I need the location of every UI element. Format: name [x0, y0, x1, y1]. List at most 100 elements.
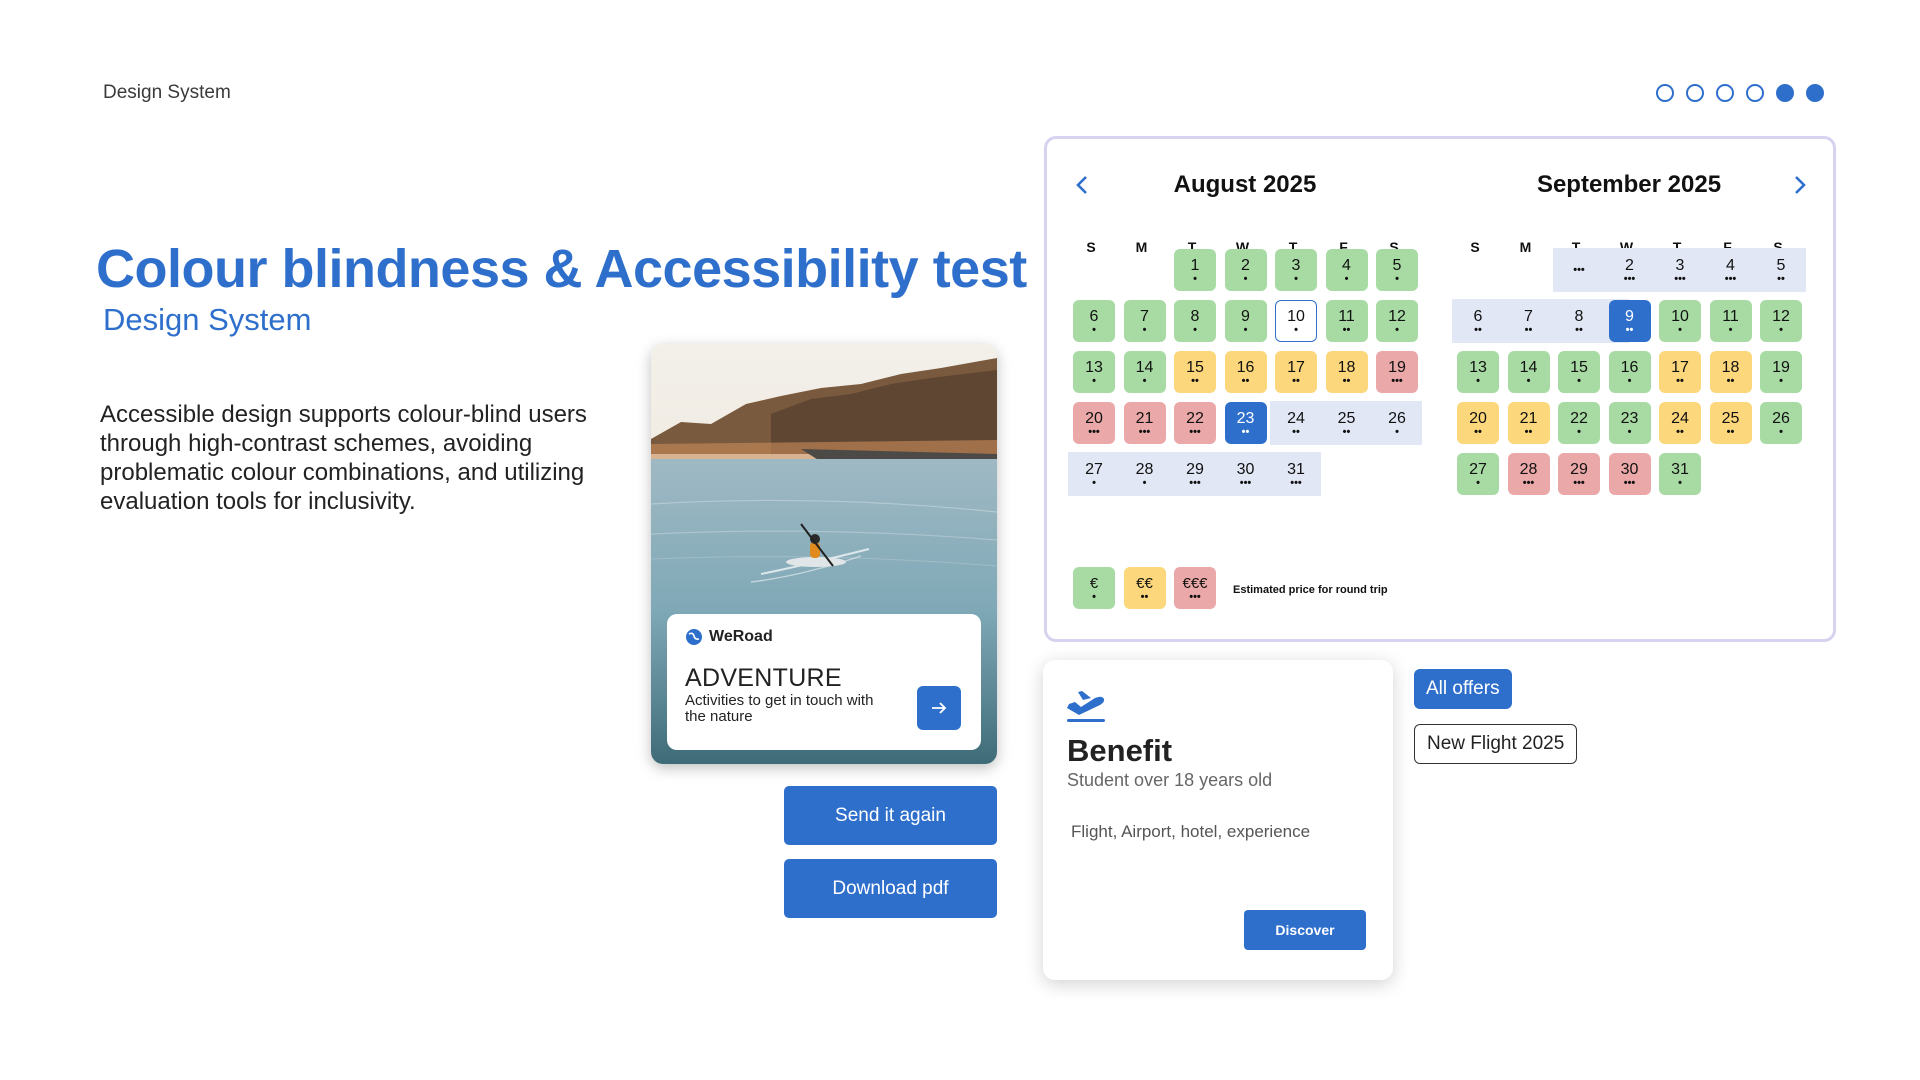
- pager-dot[interactable]: [1776, 84, 1794, 102]
- calendar-day[interactable]: 26 •: [1760, 402, 1802, 444]
- calendar-day[interactable]: 2 •••: [1609, 249, 1651, 291]
- calendar-day[interactable]: 25 ••: [1326, 402, 1368, 444]
- calendar-day[interactable]: 17 ••: [1275, 351, 1317, 393]
- calendar-day[interactable]: 24 ••: [1275, 402, 1317, 444]
- calendar-day[interactable]: 9 ••: [1608, 300, 1651, 342]
- arrow-right-icon: [932, 702, 947, 714]
- calendar-day[interactable]: 20 ••: [1457, 402, 1499, 444]
- benefit-subtitle: Student over 18 years old: [1067, 770, 1273, 790]
- airplane-takeoff-icon: [1067, 691, 1105, 722]
- calendar-day[interactable]: 4 •••: [1710, 249, 1752, 291]
- pager-dot[interactable]: [1716, 84, 1734, 102]
- pager-dot[interactable]: [1746, 84, 1764, 102]
- calendar-day[interactable]: 27 •: [1073, 453, 1115, 495]
- legend-item: €€€ •••: [1174, 567, 1216, 609]
- benefit-features: Flight, Airport, hotel, experience: [1071, 822, 1311, 841]
- page-subtitle: Design System: [103, 302, 312, 337]
- calendar-day[interactable]: 23 ••: [1224, 402, 1267, 444]
- section-label: Design System: [103, 82, 231, 103]
- download-pdf-button[interactable]: Download pdf: [784, 859, 997, 918]
- calendar-day[interactable]: 5 •: [1376, 249, 1418, 291]
- all-offers-chip[interactable]: All offers: [1414, 669, 1512, 709]
- calendar-day[interactable]: 9 •: [1224, 300, 1267, 342]
- calendar-day[interactable]: 10 •: [1659, 300, 1701, 342]
- calendar-day[interactable]: 20 •••: [1073, 402, 1115, 444]
- month-title-september: September 2025: [1536, 171, 1722, 198]
- brand: WeRoad: [685, 628, 963, 646]
- calendar-day[interactable]: 28 •••: [1507, 453, 1550, 495]
- calendar-day[interactable]: 3 •••: [1659, 249, 1701, 291]
- calendar-day[interactable]: 19 •: [1760, 351, 1802, 393]
- calendar-day[interactable]: 5 ••: [1760, 249, 1802, 291]
- calendar-day[interactable]: 15 ••: [1174, 351, 1216, 393]
- adventure-description: Activities to get in touch with the natu…: [685, 692, 874, 725]
- calendar-day[interactable]: 23 •: [1608, 402, 1651, 444]
- calendar-day[interactable]: 22 •: [1558, 402, 1600, 444]
- calendar-day[interactable]: 21 •••: [1123, 402, 1166, 444]
- calendar-day[interactable]: 12 •: [1760, 300, 1802, 342]
- calendar-day[interactable]: 6 •: [1073, 300, 1115, 342]
- calendar-day[interactable]: 17 ••: [1659, 351, 1701, 393]
- calendar-day[interactable]: 16 ••: [1224, 351, 1267, 393]
- price-calendar: August 2025 September 2025 Estimated pri…: [1044, 136, 1836, 642]
- month-title-august: August 2025: [1173, 171, 1317, 198]
- calendar-day[interactable]: 25 ••: [1709, 402, 1752, 444]
- calendar-day[interactable]: •••: [1558, 249, 1600, 291]
- calendar-day[interactable]: 4 •: [1325, 249, 1368, 291]
- benefit-card: Benefit Student over 18 years old Flight…: [1043, 660, 1393, 980]
- calendar-day[interactable]: 6 ••: [1457, 300, 1499, 342]
- calendar-day[interactable]: 13 •: [1457, 351, 1499, 393]
- calendar-day[interactable]: 18 ••: [1709, 351, 1752, 393]
- pager-dot[interactable]: [1686, 84, 1704, 102]
- benefit-title: Benefit: [1067, 733, 1173, 768]
- calendar-day[interactable]: 18 ••: [1325, 351, 1368, 393]
- legend-item: € •: [1073, 567, 1115, 609]
- calendar-day[interactable]: 14 •: [1123, 351, 1166, 393]
- new-flight-chip[interactable]: New Flight 2025: [1414, 724, 1578, 764]
- calendar-day[interactable]: 29 •••: [1558, 453, 1600, 495]
- calendar-day[interactable]: 11 •: [1709, 300, 1752, 342]
- calendar-day[interactable]: 22 •••: [1174, 402, 1216, 444]
- calendar-day[interactable]: 19 •••: [1376, 351, 1418, 393]
- calendar-day[interactable]: 26 •: [1376, 402, 1418, 444]
- calendar-day[interactable]: 28 •: [1124, 453, 1166, 495]
- legend-item: €€ ••: [1123, 567, 1166, 609]
- calendar-day[interactable]: 13 •: [1073, 351, 1115, 393]
- calendar-day[interactable]: 24 ••: [1659, 402, 1701, 444]
- calendar-day[interactable]: 30 •••: [1225, 453, 1267, 495]
- calendar-day[interactable]: 12 •: [1376, 300, 1418, 342]
- weekday-header: M: [1135, 239, 1148, 255]
- calendar-day[interactable]: 16 •: [1608, 351, 1651, 393]
- legend-label: Estimated price for round trip: [1233, 584, 1388, 596]
- calendar-day[interactable]: 31 •••: [1275, 453, 1317, 495]
- pager-dot[interactable]: [1656, 84, 1674, 102]
- calendar-day[interactable]: 30 •••: [1608, 453, 1651, 495]
- adventure-arrow-button[interactable]: [917, 686, 961, 730]
- weekday-header: M: [1519, 239, 1532, 255]
- calendar-day[interactable]: 10 •: [1275, 300, 1317, 342]
- calendar-day[interactable]: 31 •: [1659, 453, 1701, 495]
- pager-dot[interactable]: [1806, 84, 1824, 102]
- calendar-day[interactable]: 21 ••: [1507, 402, 1550, 444]
- calendar-day[interactable]: 14 •: [1507, 351, 1550, 393]
- calendar-day[interactable]: 15 •: [1558, 351, 1600, 393]
- calendar-day[interactable]: 11 ••: [1325, 300, 1368, 342]
- calendar-day[interactable]: 8 •: [1174, 300, 1216, 342]
- calendar-day[interactable]: 8 ••: [1558, 300, 1600, 342]
- calendar-day[interactable]: 3 •: [1275, 249, 1317, 291]
- page-title: Colour blindness & Accessibility test: [96, 239, 1027, 299]
- calendar-day[interactable]: 1 •: [1174, 249, 1216, 291]
- chevron-right-icon[interactable]: [1787, 173, 1811, 197]
- chevron-left-icon[interactable]: [1071, 173, 1095, 197]
- calendar-day[interactable]: 7 ••: [1508, 300, 1550, 342]
- calendar-day[interactable]: 7 •: [1123, 300, 1166, 342]
- adventure-card[interactable]: WeRoad ADVENTURE Activities to get in to…: [651, 344, 997, 764]
- calendar-day[interactable]: 29 •••: [1174, 453, 1216, 495]
- page-description: Accessible design supports colour-blind …: [100, 401, 587, 515]
- globe-icon: [686, 629, 702, 645]
- send-again-button[interactable]: Send it again: [784, 786, 997, 845]
- calendar-day[interactable]: 27 •: [1457, 453, 1499, 495]
- discover-button[interactable]: Discover: [1244, 910, 1366, 950]
- weekday-header: S: [1470, 239, 1480, 255]
- calendar-day[interactable]: 2 •: [1224, 249, 1267, 291]
